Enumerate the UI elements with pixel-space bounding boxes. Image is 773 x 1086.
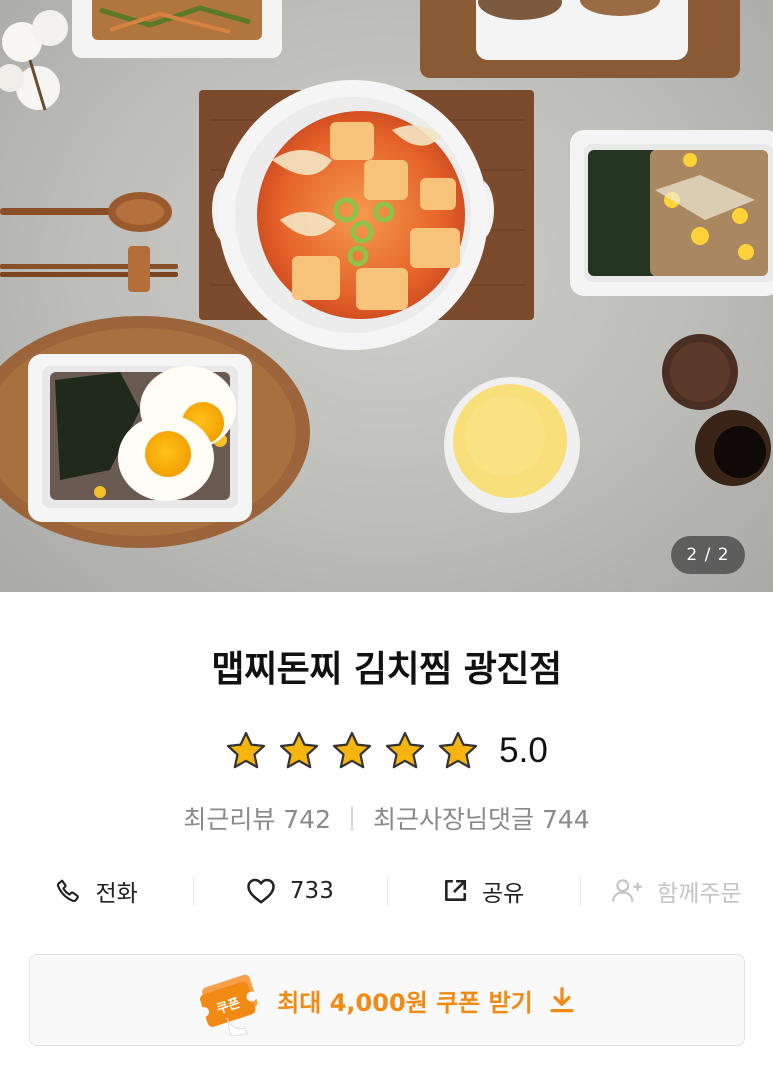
rating-value: 5.0: [499, 731, 548, 770]
store-actions: 전화 733 공유 함께주문: [0, 862, 773, 920]
star-icon: [386, 731, 425, 769]
like-count: 733: [289, 878, 334, 904]
phone-icon: [57, 879, 80, 903]
store-name: 맵찌돈찌 김치찜 광진점: [211, 649, 562, 690]
call-button[interactable]: 전화: [0, 862, 193, 920]
call-label: 전화: [95, 881, 138, 907]
group-order-button[interactable]: 함께주문: [579, 862, 773, 920]
like-button[interactable]: 733: [193, 862, 386, 920]
star-icon: [280, 731, 319, 769]
coupon-label: 최대 4,000원 쿠폰 받기: [277, 988, 533, 1017]
store-rating: 5.0: [0, 726, 773, 776]
carousel-page-indicator: 2 / 2: [671, 536, 745, 574]
download-arrow-icon: [550, 987, 574, 1013]
heart-icon: [247, 878, 275, 904]
group-order-label: 함께주문: [657, 881, 742, 907]
share-icon: [444, 879, 467, 901]
divider: [351, 806, 353, 830]
share-label: 공유: [481, 881, 525, 907]
star-icon: [227, 731, 266, 769]
coupon-download-button[interactable]: 쿠폰 최대 4,000원 쿠폰 받기: [29, 954, 745, 1046]
coupon-ticket-icon: 쿠폰: [199, 974, 258, 1036]
star-icon: [333, 731, 372, 769]
recent-reviews-link[interactable]: 최근리뷰 742: [183, 800, 331, 836]
store-photo-carousel[interactable]: 2 / 2: [0, 0, 773, 592]
share-button[interactable]: 공유: [386, 862, 580, 920]
rating-stars: [225, 731, 479, 771]
recent-owner-replies-link[interactable]: 최근사장님댓글 744: [373, 800, 590, 836]
star-icon: [439, 731, 478, 769]
add-user-icon: [612, 879, 642, 902]
food-photo: [0, 0, 773, 548]
review-stats: 최근리뷰 742 최근사장님댓글 744: [0, 800, 773, 836]
